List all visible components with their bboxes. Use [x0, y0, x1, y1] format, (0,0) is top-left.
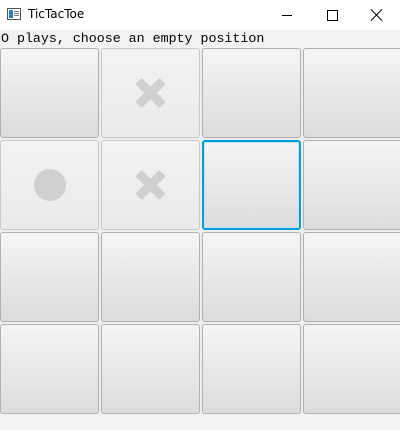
- status-message: O plays, choose an empty position: [1, 31, 265, 46]
- board-cell[interactable]: [0, 48, 99, 138]
- window-bottom-edge: [0, 414, 400, 430]
- x-mark-icon: [136, 78, 166, 108]
- board-cell[interactable]: [202, 232, 301, 322]
- minimize-button[interactable]: [264, 0, 310, 30]
- window-title: TicTacToe: [28, 7, 85, 21]
- board-cell[interactable]: [101, 140, 200, 230]
- maximize-button[interactable]: [309, 0, 355, 30]
- board-cell[interactable]: [0, 232, 99, 322]
- board-cell[interactable]: [202, 140, 301, 230]
- game-board: [0, 48, 400, 414]
- board-cell[interactable]: [303, 324, 400, 414]
- close-button[interactable]: [354, 0, 400, 30]
- java-window-icon: [7, 8, 21, 20]
- board-cell[interactable]: [303, 232, 400, 322]
- minimize-icon: [282, 14, 292, 16]
- board-cell[interactable]: [303, 140, 400, 230]
- maximize-icon: [326, 9, 338, 21]
- board-cell[interactable]: [0, 140, 99, 230]
- board-cell[interactable]: [101, 48, 200, 138]
- status-bar: O plays, choose an empty position: [0, 30, 400, 48]
- o-mark-icon: [33, 169, 66, 201]
- board-cell[interactable]: [101, 232, 200, 322]
- title-bar[interactable]: TicTacToe: [0, 0, 400, 30]
- board-cell[interactable]: [202, 324, 301, 414]
- board-cell[interactable]: [303, 48, 400, 138]
- board-cell[interactable]: [202, 48, 301, 138]
- board-cell[interactable]: [0, 324, 99, 414]
- close-icon: [371, 9, 383, 21]
- x-mark-icon: [136, 170, 166, 200]
- board-cell[interactable]: [101, 324, 200, 414]
